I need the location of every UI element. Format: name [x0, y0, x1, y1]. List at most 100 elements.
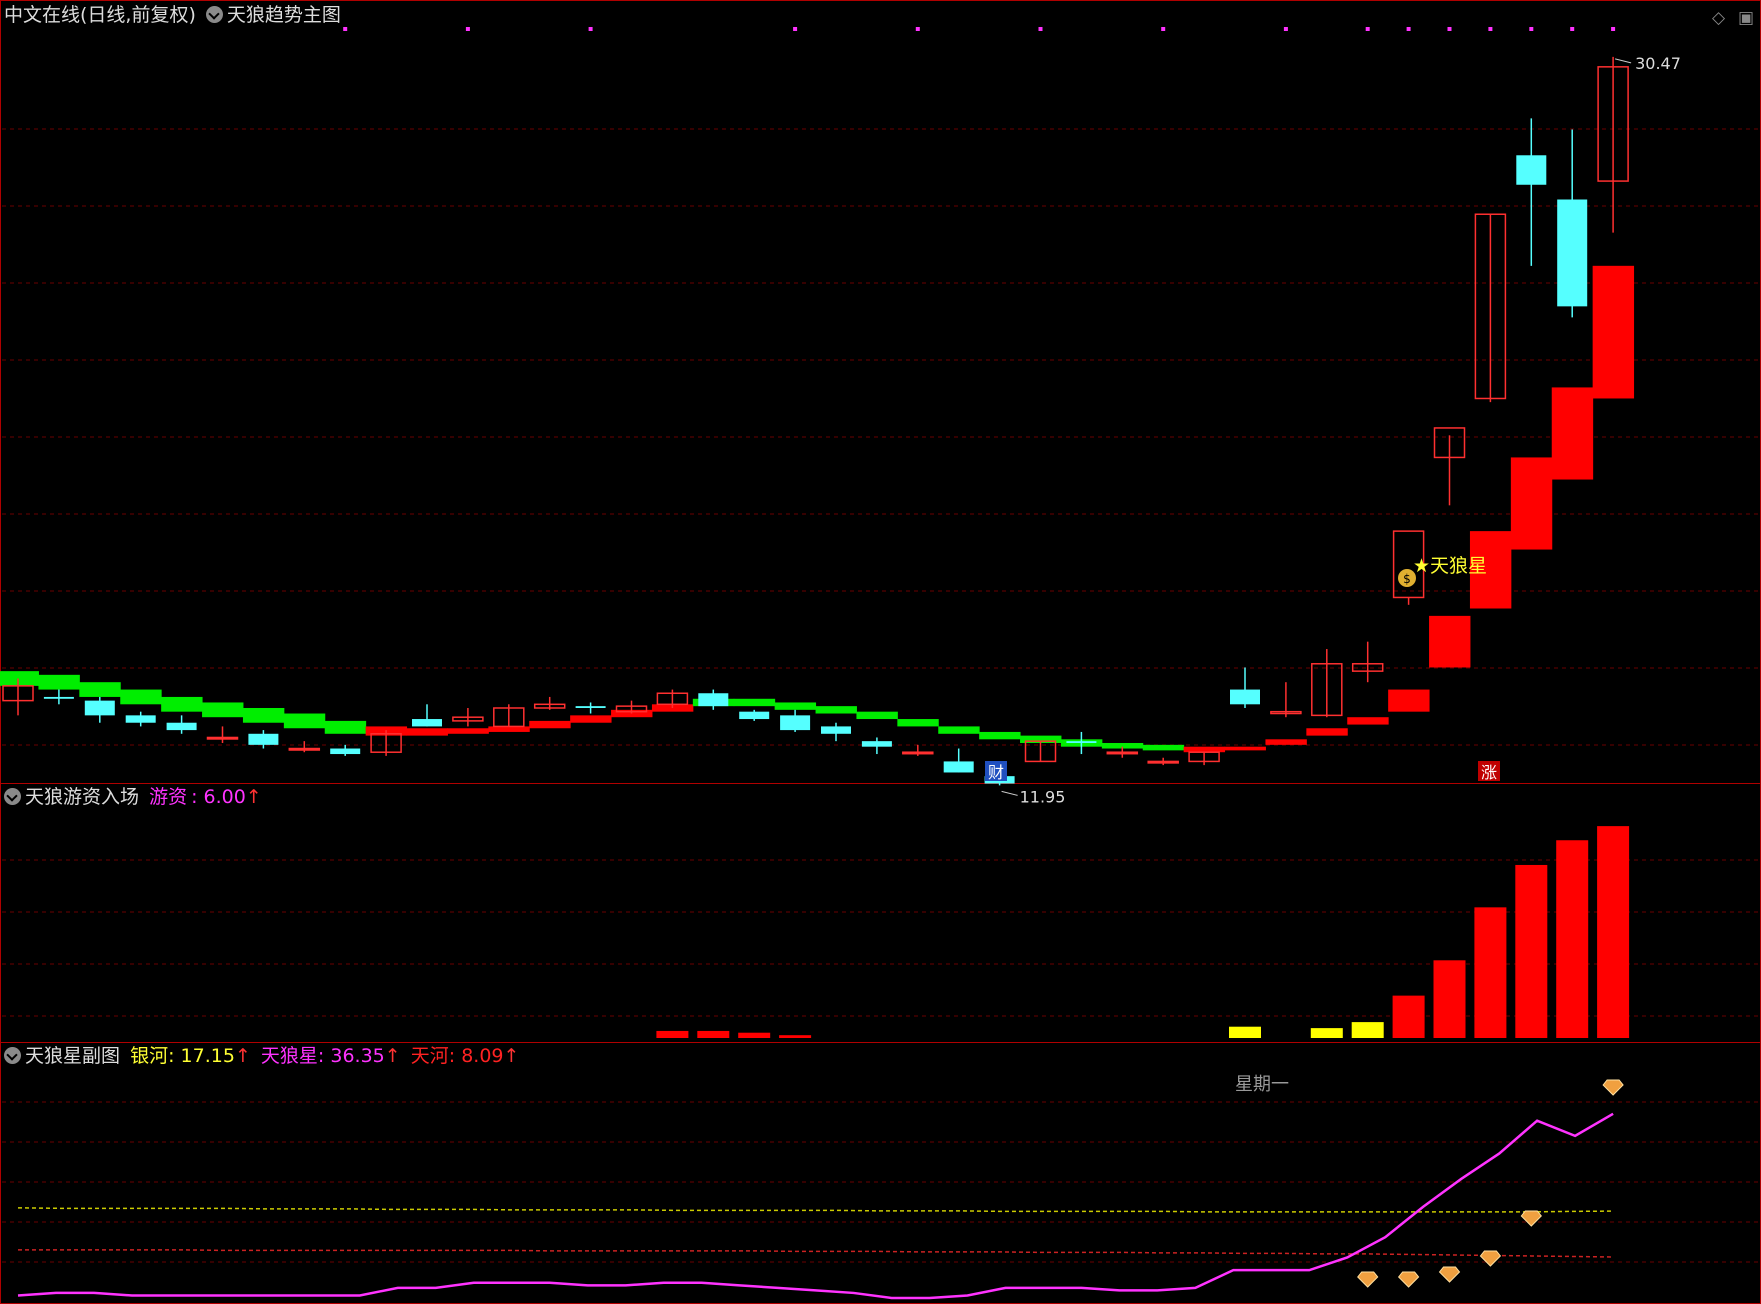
flow-bar — [1433, 960, 1466, 1038]
low-pointer — [1001, 790, 1018, 796]
trend-band-block — [1306, 728, 1348, 736]
trend-band-block — [1551, 387, 1594, 480]
signal-dot — [1611, 27, 1616, 31]
trend-band-block — [1142, 744, 1185, 751]
trend-band-block — [283, 713, 326, 729]
zhang-tag: 涨 — [1481, 763, 1497, 782]
trend-band-block — [0, 671, 39, 686]
signal-dot — [793, 27, 798, 31]
trend-band-block — [938, 726, 980, 734]
trend-band-block — [488, 726, 530, 732]
candle-body — [330, 748, 361, 755]
yinhe-line — [17, 1207, 1614, 1213]
flow-bar — [738, 1032, 771, 1038]
trend-band-block — [774, 702, 817, 710]
candle-body — [943, 761, 974, 773]
signal-dot — [1406, 27, 1411, 31]
tianhe-line — [18, 1249, 1614, 1258]
candle-body — [739, 711, 770, 720]
low-price-label: 11.95 — [1020, 787, 1066, 806]
candle-body — [43, 696, 74, 699]
signal-dot — [1161, 27, 1166, 31]
candle-body — [125, 715, 156, 723]
trend-band-block — [120, 689, 162, 705]
candle-body — [1066, 741, 1097, 743]
candle-body — [206, 736, 239, 740]
candle-body — [821, 726, 851, 734]
diamond-icon — [1520, 1210, 1542, 1227]
trend-band-block — [815, 706, 857, 714]
trend-band-block — [38, 674, 80, 690]
weekday-label: 星期一 — [1235, 1074, 1289, 1095]
diamond-icon — [1438, 1266, 1461, 1283]
flow-bar — [1351, 1022, 1384, 1038]
candle-body — [1230, 689, 1260, 705]
trend-band-block — [897, 719, 939, 727]
candle-body — [1516, 155, 1547, 185]
trend-band-block — [1592, 265, 1635, 399]
signal-dot — [1570, 27, 1575, 31]
diamond-icon — [1357, 1271, 1379, 1288]
candle-body — [780, 715, 811, 731]
trend-band-block — [242, 707, 285, 723]
candle-body — [861, 741, 892, 747]
trend-band-block — [202, 702, 244, 718]
candle-body — [84, 700, 115, 716]
trend-band-block — [1265, 739, 1307, 745]
cai-tag: 财 — [988, 763, 1004, 782]
flow-bar — [1310, 1028, 1343, 1038]
flow-bar — [1229, 1026, 1261, 1038]
candle-body — [575, 706, 606, 708]
signal-label: ★天狼星 — [1413, 555, 1487, 577]
diamond-icon — [1397, 1271, 1420, 1288]
candle-body — [412, 719, 442, 727]
flow-bar — [1597, 826, 1630, 1038]
trend-band-block — [161, 696, 203, 712]
trend-band-block — [1429, 615, 1471, 668]
candle-body — [698, 693, 729, 707]
trend-band-block — [1510, 457, 1553, 550]
candle-body — [166, 722, 197, 731]
tianlangxing-line — [17, 1112, 1614, 1300]
trend-band-block — [979, 731, 1021, 740]
trend-band-block — [1388, 689, 1430, 712]
signal-dot — [1038, 27, 1043, 31]
signal-dot — [1447, 27, 1452, 31]
flow-bar — [1556, 840, 1589, 1038]
signal-dot — [343, 27, 348, 31]
candle-body — [1106, 751, 1139, 755]
candle-body — [248, 733, 279, 745]
trend-band-block — [1347, 717, 1389, 725]
flow-bar — [697, 1030, 730, 1038]
flow-bar — [1474, 907, 1507, 1038]
high-price-label: 30.47 — [1635, 54, 1681, 73]
diamond-icon — [1602, 1079, 1624, 1096]
money-bag-symbol: $ — [1403, 572, 1411, 586]
trend-band-block — [447, 728, 489, 734]
signal-dot — [915, 27, 920, 31]
trend-band-block — [570, 715, 612, 723]
trend-band-block — [1224, 746, 1266, 751]
chart-canvas[interactable]: 30.47 11.95 $★天狼星财 涨星期一 — [0, 0, 1761, 1304]
signal-dot — [1283, 27, 1288, 31]
signal-dot — [1529, 27, 1534, 31]
candle-body — [288, 747, 321, 751]
candle-body — [1147, 760, 1179, 764]
diamond-icon — [1479, 1250, 1502, 1267]
trend-band-block — [856, 711, 898, 720]
flow-bar — [779, 1035, 812, 1038]
candle-body — [1557, 199, 1588, 307]
trend-band-block — [529, 720, 571, 729]
trend-band-block — [733, 698, 776, 707]
signal-dot — [465, 27, 470, 31]
flow-bar — [1515, 864, 1548, 1038]
trend-band-block — [1183, 746, 1226, 753]
signal-dot — [1488, 27, 1493, 31]
trend-band-block — [79, 682, 121, 697]
flow-bar — [1392, 995, 1425, 1038]
flow-bar — [656, 1030, 689, 1038]
candle-body — [902, 751, 934, 755]
trend-band-block — [324, 720, 367, 734]
signal-dot — [588, 27, 593, 31]
signal-dot — [1365, 27, 1370, 31]
